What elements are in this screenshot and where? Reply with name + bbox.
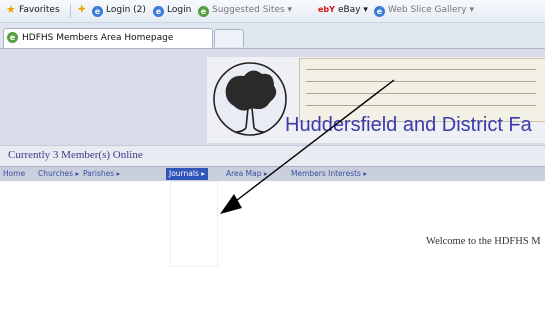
annotation-arrow: [220, 79, 395, 214]
